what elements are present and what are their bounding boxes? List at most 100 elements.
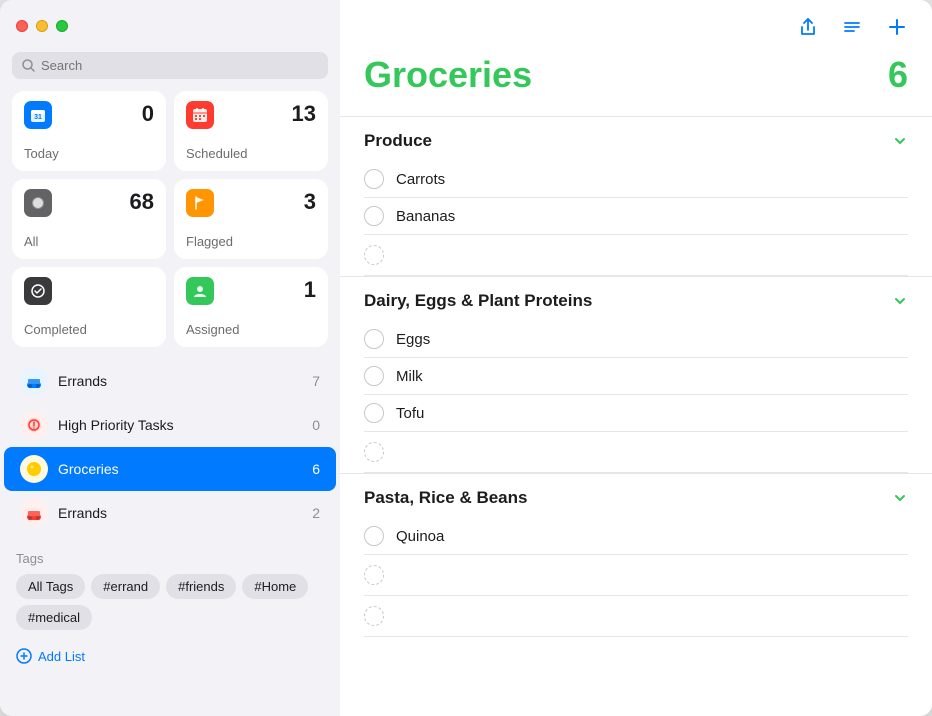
- task-eggs[interactable]: Eggs: [364, 321, 908, 358]
- all-icon: [24, 189, 52, 217]
- add-icon: [886, 16, 908, 38]
- dairy-placeholder: [364, 432, 908, 473]
- scheduled-count: 13: [292, 101, 316, 127]
- pasta-placeholder2-checkbox: [364, 606, 384, 626]
- smart-tile-all[interactable]: 68 All: [12, 179, 166, 259]
- list-count-badge: 6: [888, 54, 908, 96]
- list-item-high-priority[interactable]: High Priority Tasks 0: [4, 403, 336, 447]
- maximize-button[interactable]: [56, 20, 68, 32]
- task-milk[interactable]: Milk: [364, 358, 908, 395]
- bananas-name: Bananas: [396, 208, 455, 225]
- category-produce: Produce Carrots Bananas: [340, 116, 932, 276]
- today-count: 0: [142, 101, 154, 127]
- flagged-count: 3: [304, 189, 316, 215]
- category-dairy-header[interactable]: Dairy, Eggs & Plant Proteins: [364, 277, 908, 321]
- menu-button[interactable]: [838, 13, 866, 41]
- milk-checkbox[interactable]: [364, 366, 384, 386]
- high-priority-count: 0: [312, 417, 320, 433]
- tags-grid: All Tags #errand #friends #Home #medical: [16, 574, 324, 630]
- tag-medical[interactable]: #medical: [16, 605, 92, 630]
- errands1-name: Errands: [58, 373, 302, 389]
- smart-tile-completed[interactable]: Completed: [12, 267, 166, 347]
- quinoa-name: Quinoa: [396, 528, 444, 545]
- pasta-placeholder1-checkbox: [364, 565, 384, 585]
- minimize-button[interactable]: [36, 20, 48, 32]
- errands2-icon: [20, 499, 48, 527]
- smart-tile-flagged[interactable]: 3 Flagged: [174, 179, 328, 259]
- quinoa-checkbox[interactable]: [364, 526, 384, 546]
- tofu-checkbox[interactable]: [364, 403, 384, 423]
- main-toolbar: [340, 0, 932, 54]
- smart-lists-grid: 31 0 Today: [0, 91, 340, 355]
- close-button[interactable]: [16, 20, 28, 32]
- bananas-checkbox[interactable]: [364, 206, 384, 226]
- sidebar: 31 0 Today: [0, 0, 340, 716]
- search-icon: [22, 59, 35, 72]
- category-pasta-header[interactable]: Pasta, Rice & Beans: [364, 474, 908, 518]
- groceries-name: Groceries: [58, 461, 302, 477]
- tofu-name: Tofu: [396, 405, 424, 422]
- assigned-label: Assigned: [186, 322, 239, 337]
- groceries-count: 6: [312, 461, 320, 477]
- high-priority-icon: [20, 411, 48, 439]
- today-label: Today: [24, 146, 59, 161]
- search-input[interactable]: [41, 58, 318, 73]
- tags-label: Tags: [16, 551, 324, 566]
- assigned-icon: [186, 277, 214, 305]
- main-content: Groceries 6 Produce Carrots Bananas: [340, 0, 932, 716]
- completed-icon: [24, 277, 52, 305]
- list-item-errands2[interactable]: Errands 2: [4, 491, 336, 535]
- produce-placeholder-checkbox: [364, 245, 384, 265]
- category-produce-name: Produce: [364, 131, 432, 151]
- task-tofu[interactable]: Tofu: [364, 395, 908, 432]
- tag-all-tags[interactable]: All Tags: [16, 574, 85, 599]
- list-section: Errands 7 High Priority Tasks 0: [0, 355, 340, 539]
- tag-home[interactable]: #Home: [242, 574, 308, 599]
- assigned-count: 1: [304, 277, 316, 303]
- dairy-chevron-icon: [892, 293, 908, 309]
- list-title-row: Groceries 6: [340, 54, 932, 116]
- smart-tile-today[interactable]: 31 0 Today: [12, 91, 166, 171]
- search-bar[interactable]: [12, 52, 328, 79]
- menu-icon: [842, 17, 862, 37]
- pasta-chevron-icon: [892, 490, 908, 506]
- today-icon: 31: [24, 101, 52, 129]
- flagged-label: Flagged: [186, 234, 233, 249]
- milk-name: Milk: [396, 368, 423, 385]
- task-bananas[interactable]: Bananas: [364, 198, 908, 235]
- eggs-checkbox[interactable]: [364, 329, 384, 349]
- errands1-icon: [20, 367, 48, 395]
- share-button[interactable]: [794, 13, 822, 41]
- all-count: 68: [130, 189, 154, 215]
- errands2-name: Errands: [58, 505, 302, 521]
- task-carrots[interactable]: Carrots: [364, 161, 908, 198]
- svg-text:31: 31: [34, 114, 42, 121]
- scheduled-icon: [186, 101, 214, 129]
- flagged-icon: [186, 189, 214, 217]
- list-item-groceries[interactable]: Groceries 6: [4, 447, 336, 491]
- list-item-errands1[interactable]: Errands 7: [4, 359, 336, 403]
- tag-friends[interactable]: #friends: [166, 574, 236, 599]
- scheduled-label: Scheduled: [186, 146, 247, 161]
- produce-placeholder: [364, 235, 908, 276]
- add-list-button[interactable]: Add List: [0, 638, 340, 674]
- category-pasta: Pasta, Rice & Beans Quinoa: [340, 473, 932, 637]
- errands1-count: 7: [312, 373, 320, 389]
- category-produce-header[interactable]: Produce: [364, 117, 908, 161]
- groceries-icon: [20, 455, 48, 483]
- completed-label: Completed: [24, 322, 87, 337]
- category-pasta-name: Pasta, Rice & Beans: [364, 488, 527, 508]
- smart-tile-scheduled[interactable]: 13 Scheduled: [174, 91, 328, 171]
- category-dairy-name: Dairy, Eggs & Plant Proteins: [364, 291, 592, 311]
- titlebar: [0, 0, 340, 52]
- carrots-checkbox[interactable]: [364, 169, 384, 189]
- add-list-label: Add List: [38, 649, 85, 664]
- tag-errand[interactable]: #errand: [91, 574, 160, 599]
- list-title: Groceries: [364, 54, 532, 96]
- smart-tile-assigned[interactable]: 1 Assigned: [174, 267, 328, 347]
- pasta-placeholder2: [364, 596, 908, 637]
- pasta-placeholder1: [364, 555, 908, 596]
- add-task-button[interactable]: [882, 12, 912, 42]
- task-quinoa[interactable]: Quinoa: [364, 518, 908, 555]
- high-priority-name: High Priority Tasks: [58, 417, 302, 433]
